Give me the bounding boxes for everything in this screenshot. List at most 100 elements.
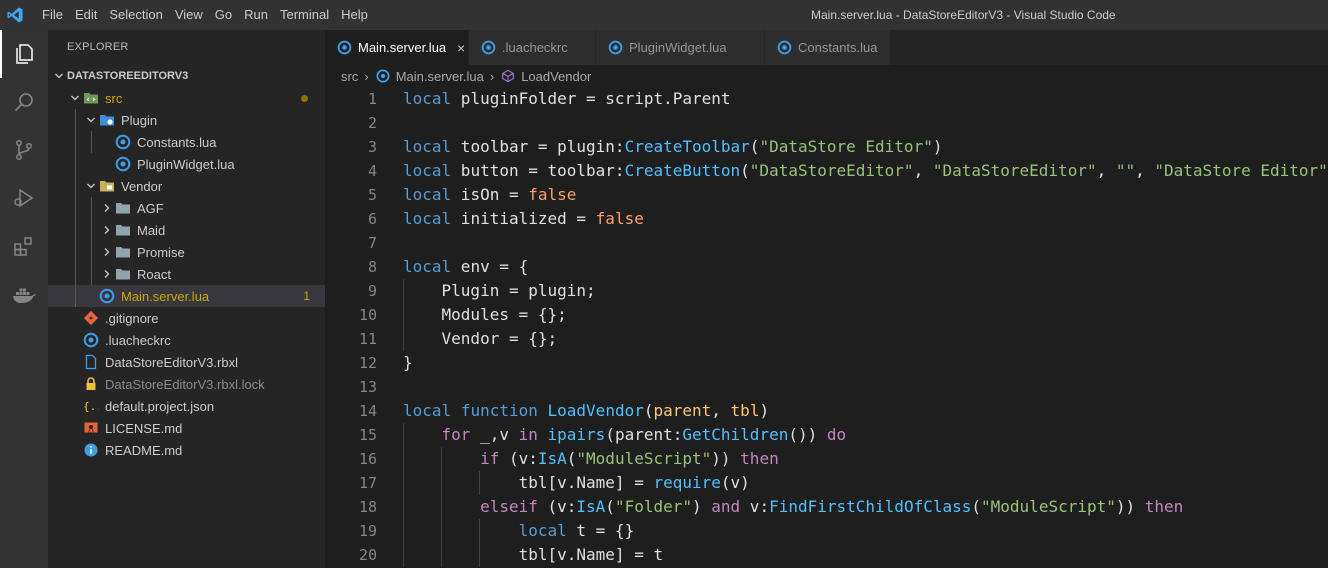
code-line[interactable]: local button = toolbar:CreateButton("Dat…: [403, 159, 1328, 183]
menu-selection[interactable]: Selection: [103, 0, 168, 30]
tree-item[interactable]: README.md: [48, 439, 325, 461]
tree-item[interactable]: Roact: [48, 263, 325, 285]
code-line[interactable]: tbl[v.Name] = t: [403, 543, 664, 567]
file-icon: [83, 354, 99, 370]
menu-run[interactable]: Run: [238, 0, 274, 30]
code-line[interactable]: for _,v in ipairs(parent:GetChildren()) …: [403, 423, 847, 447]
vscode-logo-icon: [0, 0, 30, 30]
line-number: 2: [367, 114, 377, 132]
tree-item[interactable]: {..} default.project.json: [48, 395, 325, 417]
close-icon[interactable]: ×: [454, 40, 468, 56]
svg-text:{..}: {..}: [83, 400, 99, 413]
indent-guide: [403, 495, 404, 519]
indent-guide: [403, 519, 404, 543]
tree-item[interactable]: DataStoreEditorV3.rbxl: [48, 351, 325, 373]
indent-guide: [441, 471, 442, 495]
code-token: (: [605, 497, 615, 516]
code-line[interactable]: local env = {: [403, 255, 528, 279]
tab-constants-lua[interactable]: Constants.lua: [765, 30, 891, 65]
code-line[interactable]: elseif (v:IsA("Folder") and v:FindFirstC…: [403, 495, 1183, 519]
code-token: parent: [653, 401, 712, 420]
code-token: (: [971, 497, 982, 516]
code-line[interactable]: local initialized = false: [403, 207, 644, 231]
code-line[interactable]: Vendor = {};: [403, 327, 558, 351]
editor-tabs: Main.server.lua × .luacheckrc PluginWidget.…: [325, 30, 1328, 65]
tree-item[interactable]: Main.server.lua 1: [48, 285, 325, 307]
breadcrumb-src[interactable]: src: [341, 69, 358, 84]
tab-pluginwidget-lua[interactable]: PluginWidget.lua: [596, 30, 765, 65]
tree-item[interactable]: Promise: [48, 241, 325, 263]
tab-luacheckrc[interactable]: .luacheckrc: [469, 30, 596, 65]
code-token: ,: [711, 401, 731, 420]
code-line[interactable]: local pluginFolder = script.Parent: [403, 87, 731, 111]
extensions-icon[interactable]: [0, 222, 48, 270]
docker-icon[interactable]: [0, 270, 48, 318]
code-line[interactable]: }: [403, 351, 413, 375]
code-token: (: [740, 161, 750, 180]
code-line[interactable]: local toolbar = plugin:CreateToolbar("Da…: [403, 135, 942, 159]
indent-guide: [441, 447, 442, 471]
tree-item[interactable]: .luacheckrc: [48, 329, 325, 351]
tree-item[interactable]: .gitignore: [48, 307, 325, 329]
lua-file-icon: [607, 40, 623, 56]
tree-item[interactable]: DataStoreEditorV3.rbxl.lock: [48, 373, 325, 395]
code-token: "DataStoreEditor": [932, 161, 1097, 180]
tree-item[interactable]: LICENSE.md: [48, 417, 325, 439]
menu-go[interactable]: Go: [209, 0, 238, 30]
src-folder-icon: [83, 90, 99, 106]
code-token: "": [1115, 161, 1136, 180]
breadcrumb-file[interactable]: Main.server.lua: [396, 69, 484, 84]
breadcrumb-symbol[interactable]: LoadVendor: [521, 69, 591, 84]
tab-main-server-lua[interactable]: Main.server.lua ×: [325, 30, 469, 65]
tree-item[interactable]: src: [48, 87, 325, 109]
tree-item[interactable]: Constants.lua: [48, 131, 325, 153]
menu-edit[interactable]: Edit: [69, 0, 103, 30]
tree-item-label: DataStoreEditorV3.rbxl: [105, 354, 238, 370]
code-token: then: [1144, 497, 1184, 516]
search-icon[interactable]: [0, 78, 48, 126]
explorer-icon[interactable]: [0, 30, 48, 78]
tree-item[interactable]: PluginWidget.lua: [48, 153, 325, 175]
code-line[interactable]: local t = {}: [403, 519, 635, 543]
code-token: )): [711, 449, 741, 468]
code-editor[interactable]: 1 local pluginFolder = script.Parent 2 3 loc…: [325, 87, 1328, 568]
workspace-section-header[interactable]: DATASTOREEDITORV3: [48, 65, 325, 87]
tree-item[interactable]: Vendor: [48, 175, 325, 197]
code-token: do: [826, 425, 847, 444]
lua-file-icon: [480, 40, 496, 56]
code-line[interactable]: local function LoadVendor(parent, tbl): [403, 399, 769, 423]
tree-item-label: README.md: [105, 442, 183, 458]
tree-item-label: Vendor: [121, 178, 163, 194]
code-token: tbl[v.Name] = t: [403, 545, 664, 564]
line-number: 17: [358, 474, 377, 492]
modified-dot-icon: [301, 95, 308, 102]
source-control-icon[interactable]: [0, 126, 48, 174]
code-token: local: [403, 161, 452, 180]
tree-item[interactable]: Plugin: [48, 109, 325, 131]
code-token: local: [403, 137, 452, 156]
code-line[interactable]: if (v:IsA("ModuleScript")) then: [403, 447, 779, 471]
plugin-folder-icon: [99, 112, 115, 128]
code-token: ,: [913, 161, 933, 180]
menu-file[interactable]: File: [36, 0, 69, 30]
tree-item[interactable]: Maid: [48, 219, 325, 241]
run-debug-icon[interactable]: [0, 174, 48, 222]
code-line[interactable]: Modules = {};: [403, 303, 567, 327]
folder-icon: [115, 222, 131, 238]
code-line[interactable]: tbl[v.Name] = require(v): [403, 471, 750, 495]
code-line[interactable]: Plugin = plugin;: [403, 279, 596, 303]
code-line[interactable]: local isOn = false: [403, 183, 576, 207]
menu-help[interactable]: Help: [335, 0, 374, 30]
code-token: false: [528, 185, 577, 204]
menu-terminal[interactable]: Terminal: [274, 0, 335, 30]
menu-view[interactable]: View: [169, 0, 209, 30]
title-bar: File Edit Selection View Go Run Terminal Help M…: [0, 0, 1328, 30]
tab-label: Constants.lua: [798, 40, 878, 55]
tree-item[interactable]: AGF: [48, 197, 325, 219]
